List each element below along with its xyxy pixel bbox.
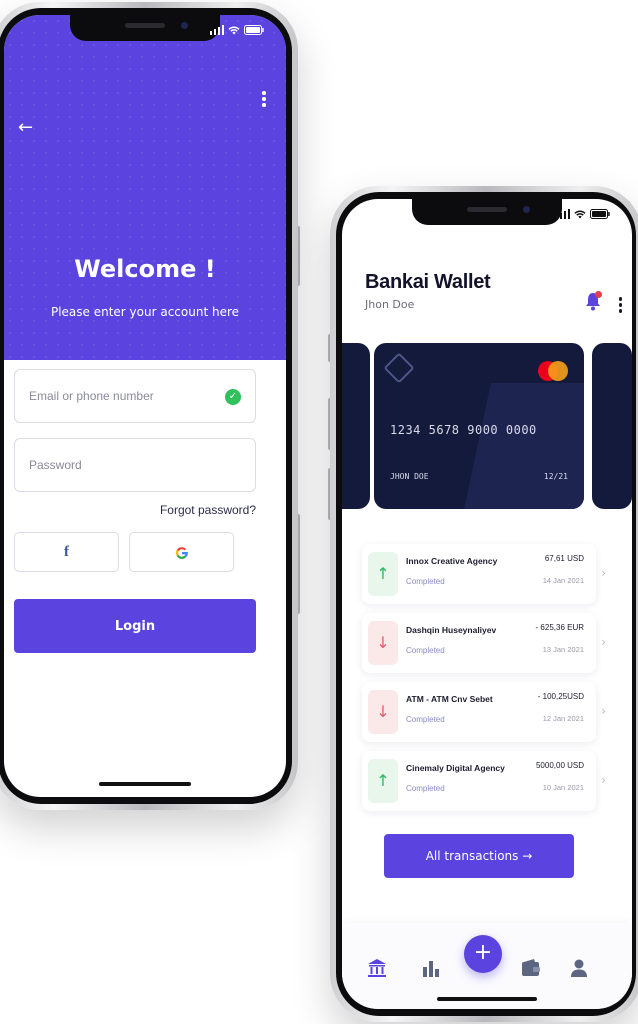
all-transactions-button[interactable]: All transactions → bbox=[384, 834, 574, 878]
facebook-login-button[interactable]: f bbox=[14, 532, 119, 572]
wifi-icon bbox=[228, 26, 240, 35]
notch bbox=[412, 199, 562, 225]
arrow-down-icon: ↓ bbox=[368, 621, 398, 665]
card-holder: JHON DOE bbox=[390, 472, 429, 481]
wallet-icon[interactable] bbox=[520, 957, 542, 979]
card-previous[interactable] bbox=[342, 343, 370, 509]
mastercard-icon bbox=[538, 361, 568, 381]
transaction-date: 13 Jan 2021 bbox=[542, 645, 584, 654]
user-icon[interactable] bbox=[568, 957, 590, 979]
login-button[interactable]: Login bbox=[14, 599, 256, 653]
transaction-status: Completed bbox=[406, 715, 445, 724]
chevron-right-icon: › bbox=[601, 635, 606, 649]
transaction-name: Dashqin Huseynaliyev bbox=[406, 625, 497, 635]
transaction-amount: 67,61 USD bbox=[544, 554, 584, 563]
email-field[interactable]: ✓ bbox=[14, 369, 256, 423]
check-circle-icon: ✓ bbox=[225, 389, 241, 405]
transaction-amount: - 100,25USD bbox=[537, 692, 584, 701]
user-name: Jhon Doe bbox=[365, 298, 415, 311]
chevron-right-icon: › bbox=[601, 773, 606, 787]
kebab-menu-icon[interactable] bbox=[262, 91, 266, 109]
arrow-up-icon: ↑ bbox=[368, 759, 398, 803]
page-title: Welcome ! bbox=[74, 255, 216, 283]
transaction-date: 14 Jan 2021 bbox=[542, 576, 584, 585]
app-title: Bankai Wallet bbox=[365, 271, 491, 293]
page-subtitle: Please enter your account here bbox=[50, 305, 240, 319]
back-arrow-icon[interactable]: ← bbox=[18, 117, 33, 138]
chevron-right-icon: › bbox=[601, 704, 606, 718]
login-header: ← Welcome ! Please enter your account he… bbox=[4, 15, 286, 360]
transaction-date: 12 Jan 2021 bbox=[542, 714, 584, 723]
login-screen: ← Welcome ! Please enter your account he… bbox=[4, 15, 286, 797]
transaction-row[interactable]: ↓ Dashqin Huseynaliyev Completed - 625,3… bbox=[362, 613, 606, 673]
status-bar-icons bbox=[209, 25, 265, 35]
chevron-right-icon: › bbox=[601, 566, 606, 580]
card-next[interactable] bbox=[592, 343, 632, 509]
bottom-nav: + bbox=[342, 923, 632, 1009]
signal-icon bbox=[555, 209, 570, 219]
transaction-status: Completed bbox=[406, 784, 445, 793]
transaction-status: Completed bbox=[406, 577, 445, 586]
wifi-icon bbox=[574, 210, 586, 219]
transaction-name: ATM - ATM Cnv Sebet bbox=[406, 694, 493, 704]
home-indicator bbox=[437, 997, 537, 1001]
google-icon bbox=[175, 546, 188, 559]
home-indicator bbox=[99, 782, 191, 786]
notch bbox=[70, 15, 220, 41]
bank-icon[interactable] bbox=[366, 957, 388, 979]
add-button[interactable]: + bbox=[464, 935, 502, 973]
chart-icon[interactable] bbox=[420, 957, 442, 979]
battery-icon bbox=[244, 25, 264, 35]
transaction-name: Cinemaly Digital Agency bbox=[406, 763, 505, 773]
bank-card[interactable]: 1234 5678 9000 0000 JHON DOE 12/21 bbox=[374, 343, 584, 509]
arrow-down-icon: ↓ bbox=[368, 690, 398, 734]
card-expiry: 12/21 bbox=[543, 472, 568, 481]
facebook-icon: f bbox=[64, 544, 69, 560]
signal-icon bbox=[209, 25, 224, 35]
email-input[interactable] bbox=[27, 388, 201, 404]
bell-icon[interactable] bbox=[584, 291, 602, 311]
transaction-row[interactable]: ↑ Innox Creative Agency Completed 67,61 … bbox=[362, 544, 606, 604]
card-decoration bbox=[461, 383, 584, 509]
kebab-menu-icon[interactable] bbox=[618, 297, 622, 315]
wallet-phone: Bankai Wallet Jhon Doe 1234 5678 9000 00… bbox=[328, 186, 638, 1022]
battery-icon bbox=[590, 209, 610, 219]
wallet-screen: Bankai Wallet Jhon Doe 1234 5678 9000 00… bbox=[342, 199, 632, 1009]
forgot-password-link[interactable]: Forgot password? bbox=[160, 503, 256, 517]
transaction-row[interactable]: ↑ Cinemaly Digital Agency Completed 5000… bbox=[362, 751, 606, 811]
transaction-amount: 5000,00 USD bbox=[535, 761, 584, 770]
status-bar-icons bbox=[555, 209, 611, 219]
card-number: 1234 5678 9000 0000 bbox=[390, 423, 537, 437]
transaction-name: Innox Creative Agency bbox=[406, 556, 498, 566]
transaction-amount: - 625,36 EUR bbox=[535, 623, 584, 632]
google-login-button[interactable] bbox=[129, 532, 234, 572]
password-input[interactable] bbox=[27, 457, 201, 473]
notification-dot bbox=[595, 291, 602, 298]
transaction-status: Completed bbox=[406, 646, 445, 655]
card-brand-logo-icon bbox=[383, 352, 415, 384]
transaction-row[interactable]: ↓ ATM - ATM Cnv Sebet Completed - 100,25… bbox=[362, 682, 606, 742]
password-field[interactable] bbox=[14, 438, 256, 492]
transaction-date: 10 Jan 2021 bbox=[542, 783, 584, 792]
login-phone: ← Welcome ! Please enter your account he… bbox=[0, 2, 300, 810]
arrow-up-icon: ↑ bbox=[368, 552, 398, 596]
